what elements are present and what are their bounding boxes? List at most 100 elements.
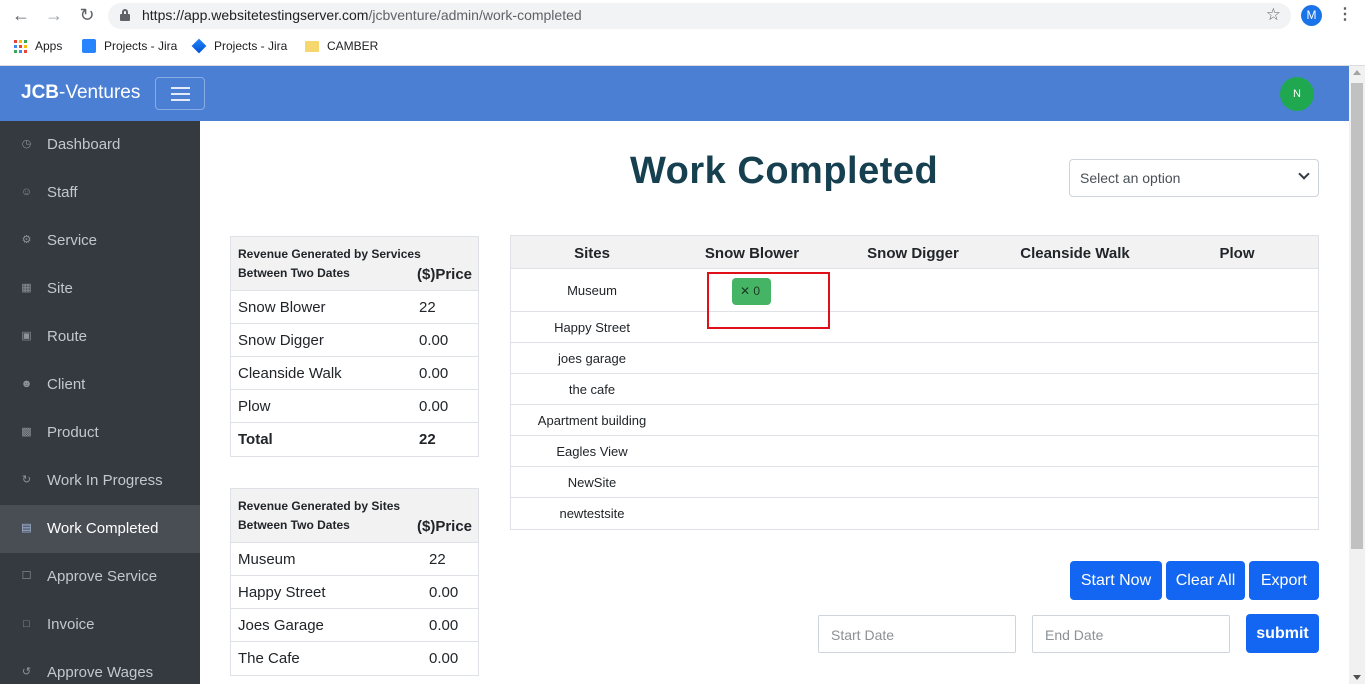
table-header: Revenue Generated by Services Between Tw… [231,237,478,291]
row-label: Snow Blower [238,299,326,316]
table-row: Museum ✕ 0 [511,269,1318,312]
sidebar-item-label: Dashboard [47,136,121,153]
select-value: Select an option [1080,170,1181,186]
start-date-input[interactable]: Start Date [818,615,1016,653]
hamburger-menu-button[interactable] [155,77,205,110]
brand-logo[interactable]: JCB-Ventures [21,82,140,104]
table-row: newtestsite [511,498,1318,529]
sidebar-item-label: Product [47,424,99,441]
table-row: Cleanside Walk 0.00 [231,357,478,390]
row-label: Happy Street [238,584,326,601]
end-date-input[interactable]: End Date [1032,615,1230,653]
sidebar-item-staff[interactable]: ☺ Staff [0,169,200,217]
row-label: Joes Garage [238,617,324,634]
column-header-snow-digger: Snow Digger [867,245,959,262]
sidebar-item-approve-wages[interactable]: ↺ Approve Wages [0,649,200,697]
row-value: 22 [419,299,436,316]
sidebar-item-label: Client [47,376,86,393]
sidebar-item-work-in-progress[interactable]: ↻ Work In Progress [0,457,200,505]
table-row: Museum 22 [231,543,478,576]
browser-menu-icon[interactable]: ⋮ [1337,4,1353,24]
scrollbar-thumb[interactable] [1351,83,1363,549]
route-icon: ▣ [21,330,32,342]
browser-chrome: ← → ↻ https://app.websitetestingserver.c… [0,0,1365,66]
table-row: Joes Garage 0.00 [231,609,478,642]
sidebar-item-work-completed[interactable]: ▤ Work Completed [0,505,200,553]
bookmark-camber[interactable]: CAMBER [305,39,378,53]
bookmark-apps[interactable]: Apps [14,39,62,53]
sidebar-item-label: Route [47,328,88,345]
sidebar: ◷ Dashboard ☺ Staff ⚙ Service ▦ Site ▣ R… [0,121,200,684]
page-scrollbar[interactable] [1349,66,1365,684]
sidebar-item-label: Staff [47,184,78,201]
sidebar-item-service[interactable]: ⚙ Service [0,217,200,265]
jira-icon [191,38,207,54]
invoice-icon: □ [23,618,30,630]
bookmark-label: CAMBER [327,39,379,53]
sidebar-item-label: Approve Wages [47,664,154,681]
price-column-header: ($)Price [417,266,473,283]
sidebar-item-site[interactable]: ▦ Site [0,265,200,313]
column-header-cleanside-walk: Cleanside Walk [1020,245,1130,262]
export-button[interactable]: Export [1249,561,1319,600]
sidebar-item-label: Site [47,280,73,297]
browser-profile-avatar[interactable]: M [1301,5,1322,26]
row-label: Snow Digger [238,332,324,349]
row-label: The Cafe [238,650,300,667]
url-text: https://app.websitetestingserver.com/jcb… [142,7,582,23]
row-value: 0.00 [429,617,459,634]
forward-arrow-icon[interactable]: → [43,4,65,26]
bookmarks-bar: Apps Projects - Jira Projects - Jira CAM… [0,36,1365,58]
bookmark-label: Projects - Jira [104,39,178,53]
sidebar-item-dashboard[interactable]: ◷ Dashboard [0,121,200,169]
sidebar-item-product[interactable]: ▩ Product [0,409,200,457]
sidebar-item-route[interactable]: ▣ Route [0,313,200,361]
site-icon: ▦ [21,282,32,294]
reload-icon[interactable]: ↻ [76,4,98,26]
row-value: 22 [429,551,446,568]
row-label: Museum [238,551,296,568]
page-title: Work Completed [630,150,939,192]
scroll-down-arrow-icon[interactable] [1353,675,1361,680]
start-now-button[interactable]: Start Now [1070,561,1162,600]
dashboard-icon: ◷ [21,138,32,150]
sidebar-item-invoice[interactable]: □ Invoice [0,601,200,649]
bookmark-jira-1[interactable]: Projects - Jira [82,39,177,53]
scroll-up-arrow-icon[interactable] [1353,70,1361,75]
approve-icon: ☐ [21,570,32,582]
table-row: Happy Street [511,312,1318,343]
store-icon: ▤ [21,522,32,534]
site-name: Museum [567,283,617,298]
table-title: Revenue Generated by Services Between Tw… [238,247,421,280]
submit-button[interactable]: submit [1246,614,1319,653]
lock-icon [120,9,130,21]
site-name: joes garage [558,351,626,366]
site-name: Eagles View [556,444,628,459]
sidebar-item-label: Invoice [47,616,95,633]
sidebar-item-client[interactable]: ☻ Client [0,361,200,409]
table-row: Snow Digger 0.00 [231,324,478,357]
refresh-icon: ↻ [21,474,32,486]
back-arrow-icon[interactable]: ← [10,4,32,26]
user-avatar[interactable]: N [1280,77,1314,111]
clear-all-button[interactable]: Clear All [1166,561,1245,600]
table-row: Happy Street 0.00 [231,576,478,609]
user-icon: ☺ [20,186,33,198]
bookmark-label: Apps [35,39,63,53]
option-select[interactable]: Select an option [1069,159,1319,197]
product-icon: ▩ [21,426,32,438]
price-column-header: ($)Price [417,518,473,535]
address-bar[interactable]: https://app.websitetestingserver.com/jcb… [108,3,1291,29]
folder-icon [305,40,319,52]
app-header: JCB-Ventures N [0,66,1349,121]
sidebar-item-approve-service[interactable]: ☐ Approve Service [0,553,200,601]
jira-icon [82,39,96,53]
bookmark-star-icon[interactable]: ☆ [1266,5,1281,25]
revenue-by-services-table: Revenue Generated by Services Between Tw… [230,236,479,457]
site-name: newtestsite [559,506,625,521]
bookmark-jira-2[interactable]: Projects - Jira [191,38,287,54]
total-row: Total 22 [231,423,478,456]
table-title: Revenue Generated by Sites Between Two D… [238,499,401,532]
column-header-snow-blower: Snow Blower [704,245,800,262]
sidebar-item-label: Work Completed [47,520,159,537]
